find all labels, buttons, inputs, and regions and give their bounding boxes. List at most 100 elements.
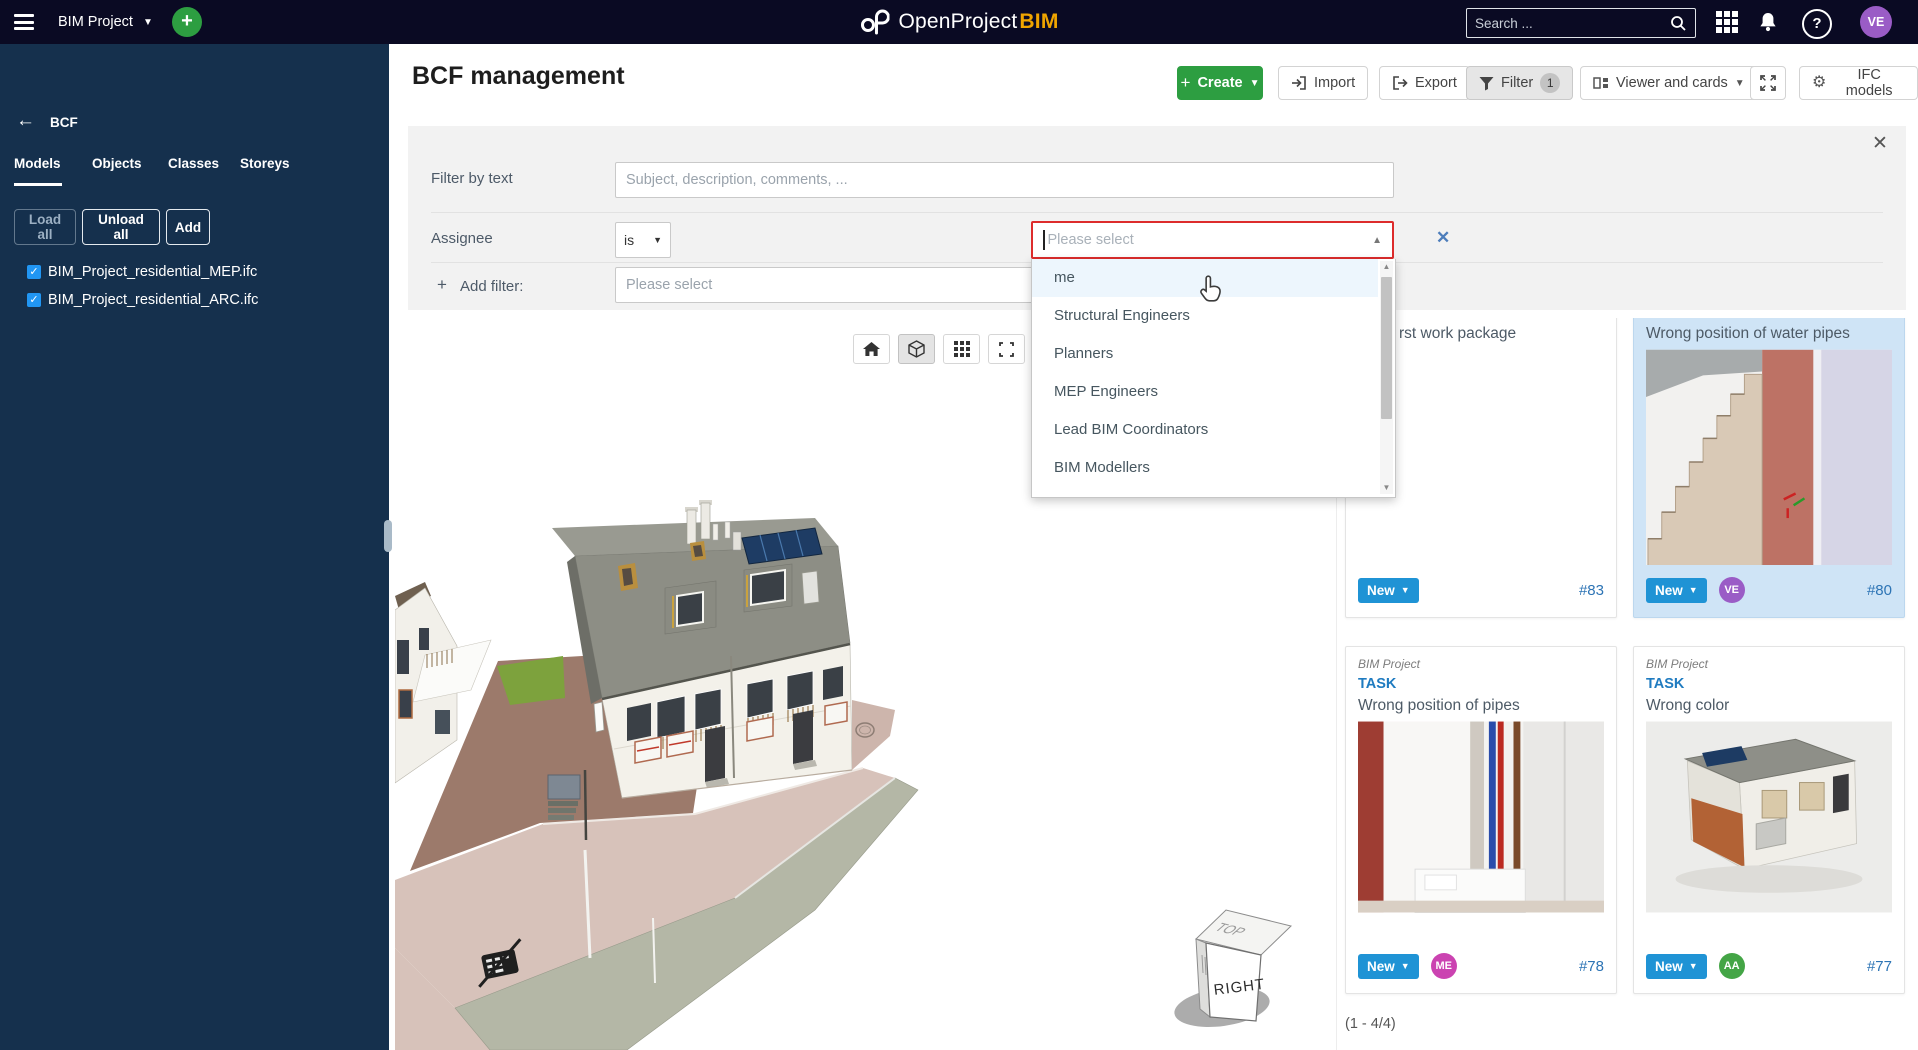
viewer-3d-mode-button[interactable] [898, 334, 935, 364]
add-model-button[interactable]: Add [166, 209, 210, 245]
operator-value: is [624, 232, 634, 248]
cube-icon [908, 340, 925, 358]
option-lead-bim-coordinators[interactable]: Lead BIM Coordinators [1032, 411, 1378, 449]
assignee-options-dropdown: me Structural Engineers Planners MEP Eng… [1031, 259, 1396, 498]
add-filter-label: Add filter: [460, 278, 523, 295]
hamburger-menu-icon[interactable] [14, 14, 34, 30]
status-button[interactable]: New▼ [1358, 954, 1419, 979]
model-file-row[interactable]: ✓ BIM_Project_residential_MEP.ifc [27, 263, 257, 281]
export-icon [1392, 75, 1408, 91]
global-add-button[interactable]: + [172, 7, 202, 37]
load-all-button[interactable]: Load all [14, 209, 76, 245]
pagination-info: (1 - 4/4) [1345, 1016, 1396, 1032]
card-type: TASK [1646, 673, 1892, 695]
card-thumbnail-staircase [1646, 349, 1892, 565]
active-tab-underline [14, 183, 62, 186]
global-search [1466, 8, 1696, 38]
logo-wordmark: OpenProjectBIM [898, 10, 1058, 34]
ifc-3d-model-view [395, 478, 1185, 1050]
sidebar-title: BCF [50, 115, 78, 130]
app-logo: OpenProjectBIM [859, 0, 1058, 44]
chevron-down-icon: ▼ [1735, 78, 1745, 89]
fullscreen-icon [1760, 75, 1776, 91]
create-button[interactable]: + Create ▼ [1177, 66, 1263, 100]
viewer-home-button[interactable] [853, 334, 890, 364]
option-me[interactable]: me [1032, 259, 1378, 297]
import-button[interactable]: Import [1278, 66, 1368, 100]
viewer-fullscreen-button[interactable] [988, 334, 1025, 364]
assignee-value-input[interactable]: Please select ▲ [1031, 221, 1394, 259]
work-package-card[interactable]: Wrong position of water pipes Ne [1633, 318, 1905, 618]
unload-all-button[interactable]: Unload all [82, 209, 160, 245]
work-package-id[interactable]: #77 [1867, 958, 1892, 975]
scroll-down-icon[interactable]: ▼ [1380, 482, 1393, 494]
card-type: TASK [1358, 673, 1604, 695]
tab-objects[interactable]: Objects [92, 156, 142, 171]
plus-icon: + [1181, 73, 1191, 93]
project-selector[interactable]: BIM Project ▼ [58, 0, 153, 44]
filter-button[interactable]: Filter 1 [1466, 66, 1573, 100]
option-structural-engineers[interactable]: Structural Engineers [1032, 297, 1378, 335]
work-package-id[interactable]: #80 [1867, 582, 1892, 599]
dropdown-scrollbar[interactable]: ▲ ▼ [1380, 261, 1393, 494]
work-package-card[interactable]: BIM Project TASK Wrong color [1633, 646, 1905, 994]
plus-icon: + [437, 275, 447, 295]
assignee-filter-label: Assignee [431, 230, 493, 247]
home-icon [863, 342, 880, 357]
apps-grid-icon[interactable] [1712, 0, 1742, 44]
model-file-name: BIM_Project_residential_ARC.ifc [48, 292, 258, 308]
work-package-id[interactable]: #78 [1579, 958, 1604, 975]
ifc-models-button[interactable]: ⚙ IFC models [1799, 66, 1918, 100]
tab-models[interactable]: Models [14, 156, 61, 171]
project-selector-label: BIM Project [58, 14, 133, 30]
card-title: Wrong color [1646, 695, 1892, 717]
assignee-avatar: VE [1719, 577, 1745, 603]
status-button[interactable]: New▼ [1358, 578, 1419, 603]
chevron-down-icon: ▼ [1689, 585, 1698, 595]
option-bim-modellers[interactable]: BIM Modellers [1032, 449, 1378, 487]
funnel-icon [1479, 76, 1494, 91]
option-mep-engineers[interactable]: MEP Engineers [1032, 373, 1378, 411]
filter-by-text-label: Filter by text [431, 170, 513, 187]
viewer-navigation-cube[interactable]: TOP RIGHT [1170, 895, 1315, 1040]
card-thumbnail-pipes [1358, 721, 1604, 941]
chevron-down-icon: ▼ [1250, 78, 1260, 89]
close-filter-panel-icon[interactable]: ✕ [1872, 132, 1888, 155]
tab-storeys[interactable]: Storeys [240, 156, 290, 171]
checkbox-checked-icon[interactable]: ✓ [27, 265, 41, 279]
search-input[interactable] [1467, 16, 1665, 31]
work-package-card[interactable]: BIM Project TASK Wrong position of pipes [1345, 646, 1617, 994]
search-icon [1665, 14, 1691, 32]
sidebar-resize-handle[interactable] [384, 520, 392, 552]
scroll-up-icon[interactable]: ▲ [1380, 261, 1393, 273]
chevron-down-icon: ▼ [1689, 961, 1698, 971]
scrollbar-thumb[interactable] [1381, 277, 1392, 419]
bcf-application-window: BIM Project ▼ + OpenProjectBIM [0, 0, 1918, 1050]
filter-text-input[interactable] [615, 162, 1394, 198]
work-package-id[interactable]: #83 [1579, 582, 1604, 599]
checkbox-checked-icon[interactable]: ✓ [27, 293, 41, 307]
card-title: Wrong position of pipes [1358, 695, 1604, 717]
user-avatar[interactable]: VE [1860, 6, 1892, 38]
status-button[interactable]: New▼ [1646, 954, 1707, 979]
fullscreen-button[interactable] [1750, 66, 1786, 100]
back-arrow-icon[interactable]: ← [16, 110, 35, 132]
export-button[interactable]: Export [1379, 66, 1470, 100]
model-file-row[interactable]: ✓ BIM_Project_residential_ARC.ifc [27, 291, 258, 309]
option-planners[interactable]: Planners [1032, 335, 1378, 373]
divider [431, 212, 1883, 213]
card-project: BIM Project [1358, 657, 1604, 673]
remove-filter-icon[interactable]: ✕ [1436, 228, 1450, 248]
notifications-bell-icon[interactable] [1752, 0, 1784, 44]
viewer-and-cards-dropdown[interactable]: Viewer and cards ▼ [1580, 66, 1758, 100]
status-button[interactable]: New▼ [1646, 578, 1707, 603]
expand-corners-icon [999, 342, 1014, 357]
help-icon[interactable]: ? [1802, 9, 1832, 39]
logo-bim-suffix: BIM [1019, 10, 1058, 33]
viewer-grid-view-button[interactable] [943, 334, 980, 364]
assignee-operator-select[interactable]: is ▼ [615, 222, 671, 258]
tab-classes[interactable]: Classes [168, 156, 219, 171]
bcf-sidebar: ← BCF Models Objects Classes Storeys Loa… [0, 44, 389, 1050]
model-file-name: BIM_Project_residential_MEP.ifc [48, 264, 257, 280]
page-title: BCF management [412, 62, 625, 91]
